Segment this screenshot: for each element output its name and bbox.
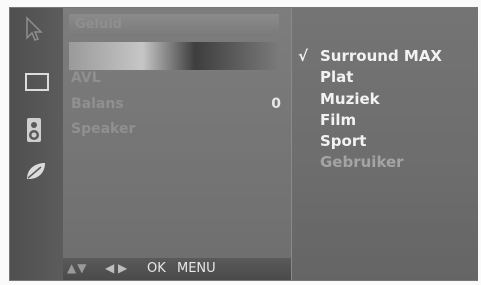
screen-icon[interactable]	[24, 72, 50, 92]
option-film[interactable]: Film	[320, 111, 356, 129]
osd-window: Geluid AVL Balans 0 Speaker ▲▼ ◀ ▶ OK ME…	[10, 8, 478, 280]
option-surround-max[interactable]: Surround MAX	[320, 47, 442, 65]
ok-hint: OK	[147, 261, 166, 276]
navigation-hint-bar: ▲▼ ◀ ▶ OK MENU	[63, 258, 291, 280]
menu-title: Geluid	[75, 17, 122, 32]
menu-item-speaker[interactable]: Speaker	[71, 121, 135, 137]
surround-submenu: √ Surround MAX Plat Muziek Film Sport Ge…	[291, 8, 478, 280]
menu-item-balans[interactable]: Balans	[71, 96, 124, 112]
sound-menu: Geluid AVL Balans 0 Speaker ▲▼ ◀ ▶ OK ME…	[63, 8, 291, 280]
icon-sidebar	[10, 8, 63, 280]
option-muziek[interactable]: Muziek	[320, 90, 380, 108]
up-down-arrows-icon: ▲▼	[67, 261, 88, 275]
balans-value: 0	[271, 96, 281, 112]
menu-item-avl[interactable]: AVL	[71, 70, 101, 86]
speaker-icon[interactable]	[24, 116, 44, 144]
leaf-icon[interactable]	[24, 160, 48, 182]
left-right-arrows-icon: ◀ ▶	[105, 261, 128, 275]
selected-item-bar[interactable]	[69, 42, 279, 70]
option-gebruiker[interactable]: Gebruiker	[320, 153, 404, 171]
option-plat[interactable]: Plat	[320, 68, 353, 86]
check-mark-icon: √	[298, 47, 309, 65]
option-sport[interactable]: Sport	[320, 132, 366, 150]
pointer-icon[interactable]	[24, 16, 44, 42]
menu-title-row: Geluid	[69, 14, 279, 36]
menu-hint: MENU	[177, 261, 216, 276]
